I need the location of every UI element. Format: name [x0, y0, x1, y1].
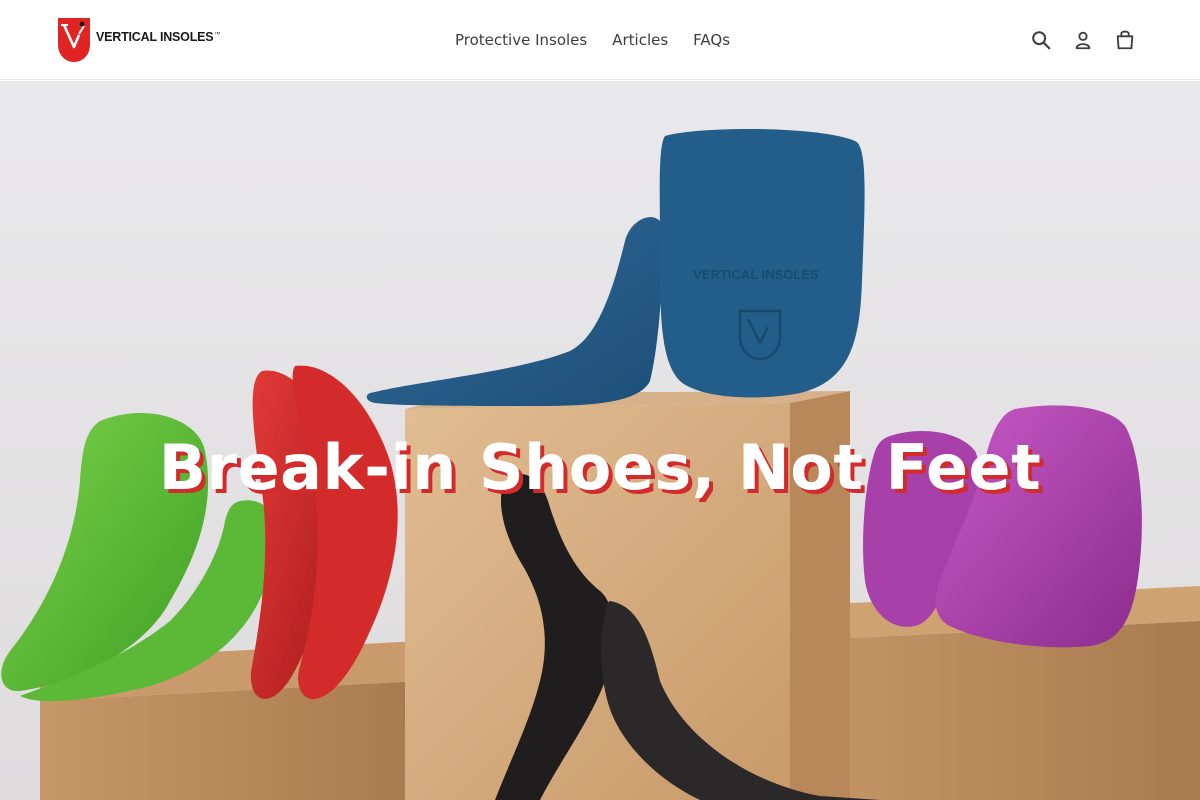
wood-block-left	[40, 681, 420, 800]
blue-heel-cup: VERTICAL INSOLES	[659, 129, 865, 398]
nav-item-articles[interactable]: Articles	[612, 30, 668, 50]
search-icon	[1032, 31, 1051, 50]
cart-icon	[1116, 30, 1134, 50]
header-icons	[1029, 28, 1137, 52]
account-button[interactable]	[1071, 28, 1095, 52]
brand-logo[interactable]: VERTICAL INSOLES™	[55, 16, 220, 64]
site-header: VERTICAL INSOLES™ Protective Insoles Art…	[0, 0, 1200, 80]
embossed-brand-text: VERTICAL INSOLES	[693, 267, 819, 282]
hero-banner: VERTICAL INSOLES Break-in Shoes, Not Fee…	[0, 81, 1200, 800]
cart-button[interactable]	[1113, 28, 1137, 52]
brand-name: VERTICAL INSOLES™	[96, 30, 221, 44]
shield-logo-icon	[58, 18, 90, 62]
hero-heading: Break-in Shoes, Not Feet	[158, 431, 1042, 504]
wood-block-right	[790, 621, 1200, 800]
search-button[interactable]	[1029, 28, 1053, 52]
user-icon	[1075, 31, 1091, 50]
nav-item-protective-insoles[interactable]: Protective Insoles	[455, 30, 587, 50]
nav-item-faqs[interactable]: FAQs	[693, 30, 730, 50]
main-nav: Protective Insoles Articles FAQs	[455, 30, 755, 50]
